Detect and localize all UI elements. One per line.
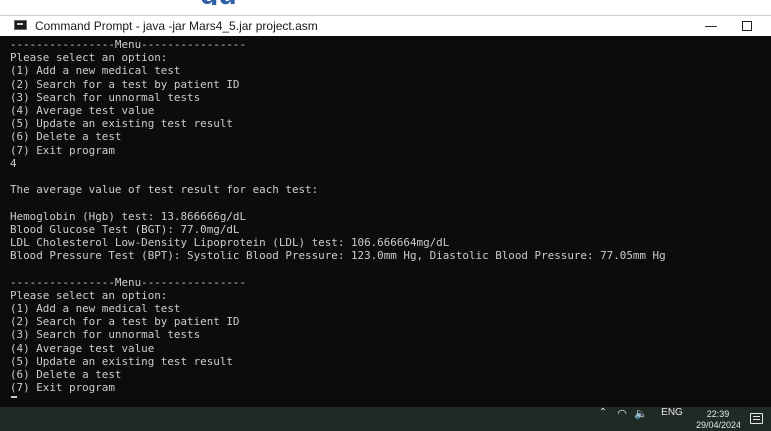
maximize-icon [742,20,752,31]
notification-icon[interactable] [750,413,763,424]
clock-date: 29/04/2024 [696,420,740,429]
clock-time: 22:39 [706,409,730,419]
console-line: ----------------Menu---------------- [10,38,247,51]
console-line: Please select an option: [10,288,168,302]
console-line: Please select an option: [10,51,168,65]
console-line: (3) Search for unnormal tests [10,90,201,104]
console-line: The average value of test result for eac… [10,183,319,197]
console-line: (6) Delete a test [10,368,122,382]
wifi-icon[interactable]: ◠ [615,407,629,431]
console-line: (6) Delete a test [10,130,122,144]
console-output[interactable]: ----------------Menu---------------- Ple… [0,36,771,407]
console-line: (7) Exit program [10,143,115,157]
console-line: Hemoglobin (Hgb) test: 13.866666g/dL [10,209,247,223]
taskbar: ⌃ ◠ 🔈 ENG 22:39 29/04/2024 [0,407,771,431]
minimize-button[interactable]: — [694,16,728,37]
console-line: (4) Average test value [10,341,155,355]
console-line: (5) Update an existing test result [10,117,233,131]
console-text: ----------------Menu---------------- Ple… [10,38,666,394]
window-title: Command Prompt - java -jar Mars4_5.jar p… [35,19,318,33]
console-line: (5) Update an existing test result [10,354,233,368]
volume-icon[interactable]: 🔈 [633,407,649,431]
text-cursor [11,396,17,398]
console-line: (3) Search for unnormal tests [10,328,201,342]
console-line: 4 [10,156,17,170]
command-prompt-icon [14,20,27,30]
console-line: ----------------Menu---------------- [10,275,247,289]
maximize-button[interactable] [730,16,764,37]
chevron-up-icon[interactable]: ⌃ [596,407,610,431]
console-line: (4) Average test value [10,104,155,118]
console-line: (1) Add a new medical test [10,302,181,316]
console-line: (2) Search for a test by patient ID [10,315,240,329]
taskbar-clock[interactable]: 22:39 29/04/2024 [696,409,740,429]
input-language[interactable]: ENG [657,407,687,431]
console-line: (7) Exit program [10,381,115,395]
title-bar[interactable]: Command Prompt - java -jar Mars4_5.jar p… [0,15,771,37]
console-line: (2) Search for a test by patient ID [10,77,240,91]
console-line: (1) Add a new medical test [10,64,181,78]
console-line: LDL Cholesterol Low-Density Lipoprotein … [10,236,450,250]
command-prompt-window: Command Prompt - java -jar Mars4_5.jar p… [0,0,771,431]
console-line: Blood Pressure Test (BPT): Systolic Bloo… [10,249,666,263]
console-line: Blood Glucose Test (BGT): 77.0mg/dL [10,222,240,236]
